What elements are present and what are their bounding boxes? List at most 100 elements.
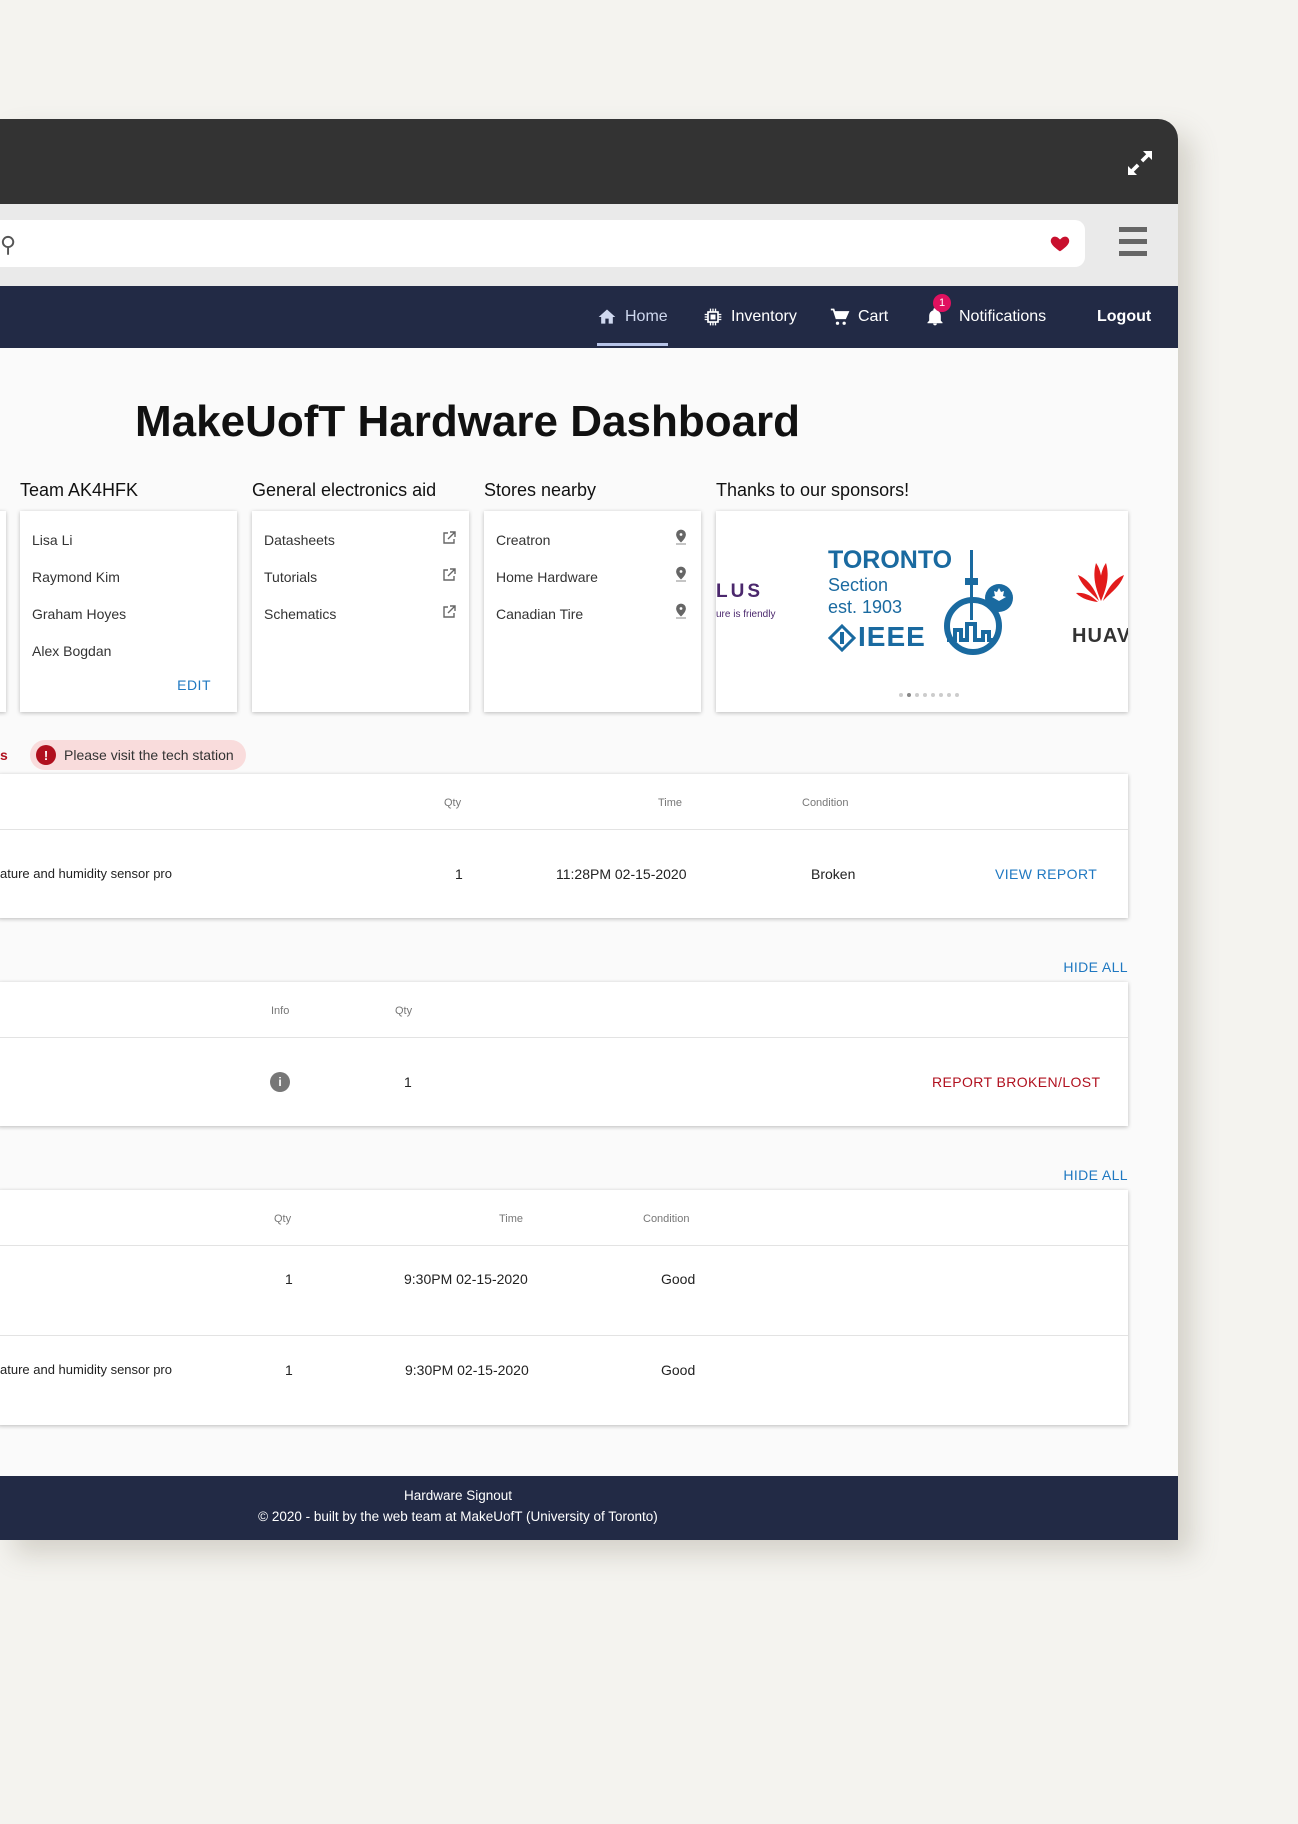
store-home-hardware[interactable]: Home Hardware <box>496 569 598 585</box>
sponsors-heading: Thanks to our sponsors! <box>716 480 910 500</box>
carousel-dots[interactable] <box>899 693 959 697</box>
alert-text: Please visit the tech station <box>64 747 234 763</box>
hide-all-button[interactable]: HIDE ALL <box>1063 1167 1128 1183</box>
item-time: 9:30PM 02-15-2020 <box>404 1271 528 1287</box>
error-icon: ! <box>36 745 56 765</box>
column-header-qty: Qty <box>395 1005 413 1017</box>
stores-card: Creatron Home Hardware Canadian Tire <box>484 511 701 712</box>
item-condition: Good <box>661 1362 696 1378</box>
telus-logo: LUS <box>716 581 763 602</box>
sponsors-carousel[interactable]: LUS ure is friendly TORONTO Section est.… <box>716 511 1128 712</box>
address-bar[interactable]: ⚲ <box>0 220 1085 267</box>
view-report-button[interactable]: VIEW REPORT <box>995 866 1097 882</box>
cart-icon <box>830 308 850 325</box>
team-member: Raymond Kim <box>32 569 120 585</box>
datasheets-link[interactable]: Datasheets <box>264 532 335 548</box>
carousel-dot[interactable] <box>931 693 935 697</box>
carousel-dot[interactable] <box>939 693 943 697</box>
returned-items-table: Qty Time Condition 1 9:30PM 02-15-2020 G… <box>0 1190 1128 1425</box>
column-header-condition: Condition <box>643 1213 690 1225</box>
section-label-truncated: s <box>0 747 8 763</box>
store-creatron[interactable]: Creatron <box>496 532 550 548</box>
nav-cart[interactable]: Cart <box>830 286 888 348</box>
divider <box>0 829 1128 830</box>
external-link-icon[interactable] <box>441 567 457 583</box>
nav-cart-label: Cart <box>858 308 889 325</box>
column-header-condition: Condition <box>802 797 849 809</box>
broken-items-table: Qty Time Condition ature and humidity se… <box>0 774 1128 918</box>
electronics-heading: General electronics aid <box>252 480 437 500</box>
external-link-icon[interactable] <box>441 604 457 620</box>
nav-inventory[interactable]: Inventory <box>703 286 797 348</box>
nav-inventory-label: Inventory <box>731 308 797 325</box>
window-titlebar <box>0 119 1178 204</box>
carousel-dot[interactable] <box>899 693 903 697</box>
item-condition: Broken <box>811 866 856 882</box>
item-qty: 1 <box>455 866 463 882</box>
home-icon <box>598 309 616 324</box>
item-name: ature and humidity sensor pro <box>0 866 172 881</box>
cn-tower-icon <box>944 550 1013 655</box>
hide-all-button[interactable]: HIDE ALL <box>1063 959 1128 975</box>
column-header-qty: Qty <box>444 797 462 809</box>
column-header-time: Time <box>499 1213 524 1225</box>
electronics-card: Datasheets Tutorials Schematics <box>252 511 469 712</box>
team-member: Graham Hoyes <box>32 606 127 622</box>
nav-home-label: Home <box>625 308 668 325</box>
carousel-dot[interactable] <box>955 693 959 697</box>
search-icon: ⚲ <box>0 232 17 257</box>
team-member: Lisa Li <box>32 532 73 548</box>
divider <box>0 1037 1128 1038</box>
item-qty: 1 <box>285 1362 293 1378</box>
column-header-qty: Qty <box>274 1213 292 1225</box>
nav-notifications[interactable]: 1 Notifications <box>925 286 1046 348</box>
external-link-icon[interactable] <box>441 530 457 546</box>
tutorials-link[interactable]: Tutorials <box>264 569 317 585</box>
footer-copyright: © 2020 - built by the web team at MakeUo… <box>258 1509 658 1524</box>
info-icon[interactable]: i <box>270 1072 290 1092</box>
heart-icon[interactable] <box>1049 232 1071 254</box>
hamburger-menu-icon[interactable] <box>1119 227 1147 257</box>
carousel-dot[interactable] <box>947 693 951 697</box>
nav-home[interactable]: Home <box>597 286 668 348</box>
store-canadian-tire[interactable]: Canadian Tire <box>496 606 583 622</box>
stores-heading: Stores nearby <box>484 480 597 500</box>
app-window: ⚲ Home Inventory Cart 1 Notifications Lo… <box>0 119 1178 1540</box>
item-name: ature and humidity sensor pro <box>0 1362 172 1377</box>
report-broken-lost-button[interactable]: REPORT BROKEN/LOST <box>932 1074 1101 1090</box>
logout-button[interactable]: Logout <box>1097 286 1151 348</box>
expand-icon[interactable] <box>1124 147 1156 179</box>
notification-badge: 1 <box>933 294 951 312</box>
edit-team-button[interactable]: EDIT <box>177 677 211 693</box>
column-header-info: Info <box>271 1005 290 1017</box>
location-pin-icon[interactable] <box>673 566 689 582</box>
divider <box>0 1245 1128 1246</box>
team-member: Alex Bogdan <box>32 643 112 659</box>
footer-title: Hardware Signout <box>403 1488 513 1503</box>
item-time: 9:30PM 02-15-2020 <box>405 1362 529 1378</box>
page-title: MakeUofT Hardware Dashboard <box>135 397 801 446</box>
ieee-diamond-icon <box>828 624 856 652</box>
telus-tagline: ure is friendly <box>716 609 776 620</box>
location-pin-icon[interactable] <box>673 603 689 619</box>
browser-toolbar: ⚲ <box>0 204 1178 286</box>
top-navbar: Home Inventory Cart 1 Notifications Logo… <box>0 286 1178 348</box>
checked-out-table: Info Qty i 1 REPORT BROKEN/LOST <box>0 982 1128 1126</box>
footer: Hardware Signout © 2020 - built by the w… <box>0 1476 1178 1540</box>
truncated-card <box>0 511 6 712</box>
location-pin-icon[interactable] <box>673 529 689 545</box>
schematics-link[interactable]: Schematics <box>264 606 336 622</box>
nav-notifications-label: Notifications <box>959 308 1047 325</box>
carousel-dot[interactable] <box>907 693 911 697</box>
tech-station-alert: ! Please visit the tech station <box>30 740 246 770</box>
item-qty: 1 <box>404 1074 412 1090</box>
team-heading: Team AK4HFK <box>20 480 139 500</box>
chip-icon <box>704 308 722 326</box>
carousel-dot[interactable] <box>923 693 927 697</box>
item-qty: 1 <box>285 1271 293 1287</box>
column-header-time: Time <box>658 797 683 809</box>
item-condition: Good <box>661 1271 696 1287</box>
carousel-dot[interactable] <box>915 693 919 697</box>
item-time: 11:28PM 02-15-2020 <box>556 866 687 882</box>
divider <box>0 1335 1128 1336</box>
